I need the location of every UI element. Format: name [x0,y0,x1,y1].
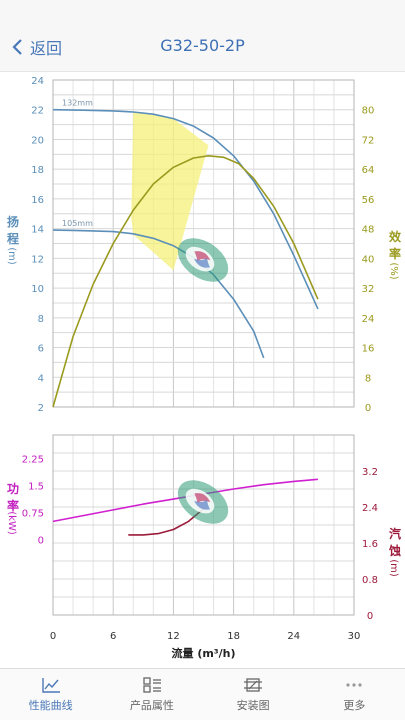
y-axis-title-npsh: 蚀 [388,543,401,558]
y-tick-label-head: 8 [38,314,44,325]
y-tick-label-efficiency: 0 [365,403,371,414]
x-tick-label: 24 [287,631,300,642]
y-tick-label-efficiency: 8 [365,373,371,384]
y-tick-label-efficiency: 80 [362,106,375,117]
y-axis-title-npsh: 汽 [389,526,401,541]
y-tick-label-npsh: 0.8 [362,575,378,586]
nav-header: 返回 G32-50-2P [0,0,405,72]
tab-label: 更多 [343,699,366,712]
page-title: G32-50-2P [160,36,245,55]
y-tick-label-head: 20 [31,135,44,146]
y-tick-label-head: 24 [31,76,44,87]
y-axis-title-power: 功 [7,481,19,496]
y-tick-label-npsh: 3.2 [362,467,378,478]
tab-installation-drawing[interactable]: 安装图 [203,669,304,720]
bottom-tab-bar: 性能曲线 产品属性 安装图 更多 [0,668,405,720]
more-icon [346,683,362,687]
y-tick-label-head: 12 [31,254,44,265]
tab-label: 产品属性 [129,699,174,712]
x-axis-title: 流量 (m³/h) [171,646,235,660]
y-tick-label-efficiency: 64 [362,165,375,176]
app-screen: 返回 G32-50-2P 132mm 105mm 0 6 12 18 24 30 2 4 6 8 10 1… [0,0,405,720]
y-tick-label-efficiency: 56 [362,195,375,206]
y-tick-label-head: 2 [38,403,44,414]
y-axis-title-head: 程 [7,231,19,246]
y-axis-title-npsh: (m) [388,559,399,577]
x-tick-label: 18 [227,631,240,642]
y-tick-label-efficiency: 48 [362,225,375,236]
x-tick-label: 12 [167,631,180,642]
y-tick-label-power: 2.25 [22,454,44,465]
y-axis-title-efficiency: 效 [389,229,402,244]
tab-label: 性能曲线 [28,699,73,712]
x-tick-label: 0 [50,631,56,642]
performance-chart[interactable]: 132mm105mm0 6 12 18 24 3024681012141618202224… [0,72,405,668]
y-axis-title-head: 扬 [7,214,19,229]
watermark-logo [177,480,229,524]
tab-label: 安装图 [236,699,270,712]
y-tick-label-head: 10 [31,284,44,295]
y-axis-title-efficiency: 率 [389,246,401,261]
y-tick-label-efficiency: 16 [362,344,375,355]
y-tick-label-head: 6 [38,344,44,355]
series-label-105mm: 105mm [62,219,93,228]
y-tick-label-power: 1.5 [28,481,44,492]
y-tick-label-npsh: 1.6 [362,539,378,550]
y-tick-label-head: 18 [31,165,44,176]
install-icon [244,678,263,692]
y-axis-title-head: (m) [6,247,17,265]
y-tick-label-npsh: 0 [367,611,373,622]
x-tick-label: 30 [348,631,361,642]
y-axis-title-efficiency: (%) [388,262,399,279]
y-tick-label-efficiency: 40 [362,254,375,265]
tab-more[interactable]: 更多 [304,669,405,720]
y-tick-label-power: 0.75 [22,508,44,519]
y-axis-title-power: (kW) [6,511,17,535]
y-tick-label-power: 0 [38,535,44,546]
tab-product-attributes[interactable]: 产品属性 [101,669,202,720]
x-tick-label: 6 [110,631,116,642]
chart-icon [41,678,60,693]
y-tick-label-head: 22 [31,106,44,117]
y-tick-label-efficiency: 24 [362,314,375,325]
tab-performance-curve[interactable]: 性能曲线 [0,669,101,720]
y-tick-label-head: 16 [31,195,44,206]
y-tick-label-efficiency: 32 [362,284,375,295]
y-tick-label-npsh: 2.4 [362,503,378,514]
series-label-132mm: 132mm [62,99,93,108]
y-tick-label-head: 14 [31,225,44,236]
y-tick-label-head: 4 [38,373,44,384]
list-icon [143,677,161,693]
y-tick-label-efficiency: 72 [362,135,375,146]
